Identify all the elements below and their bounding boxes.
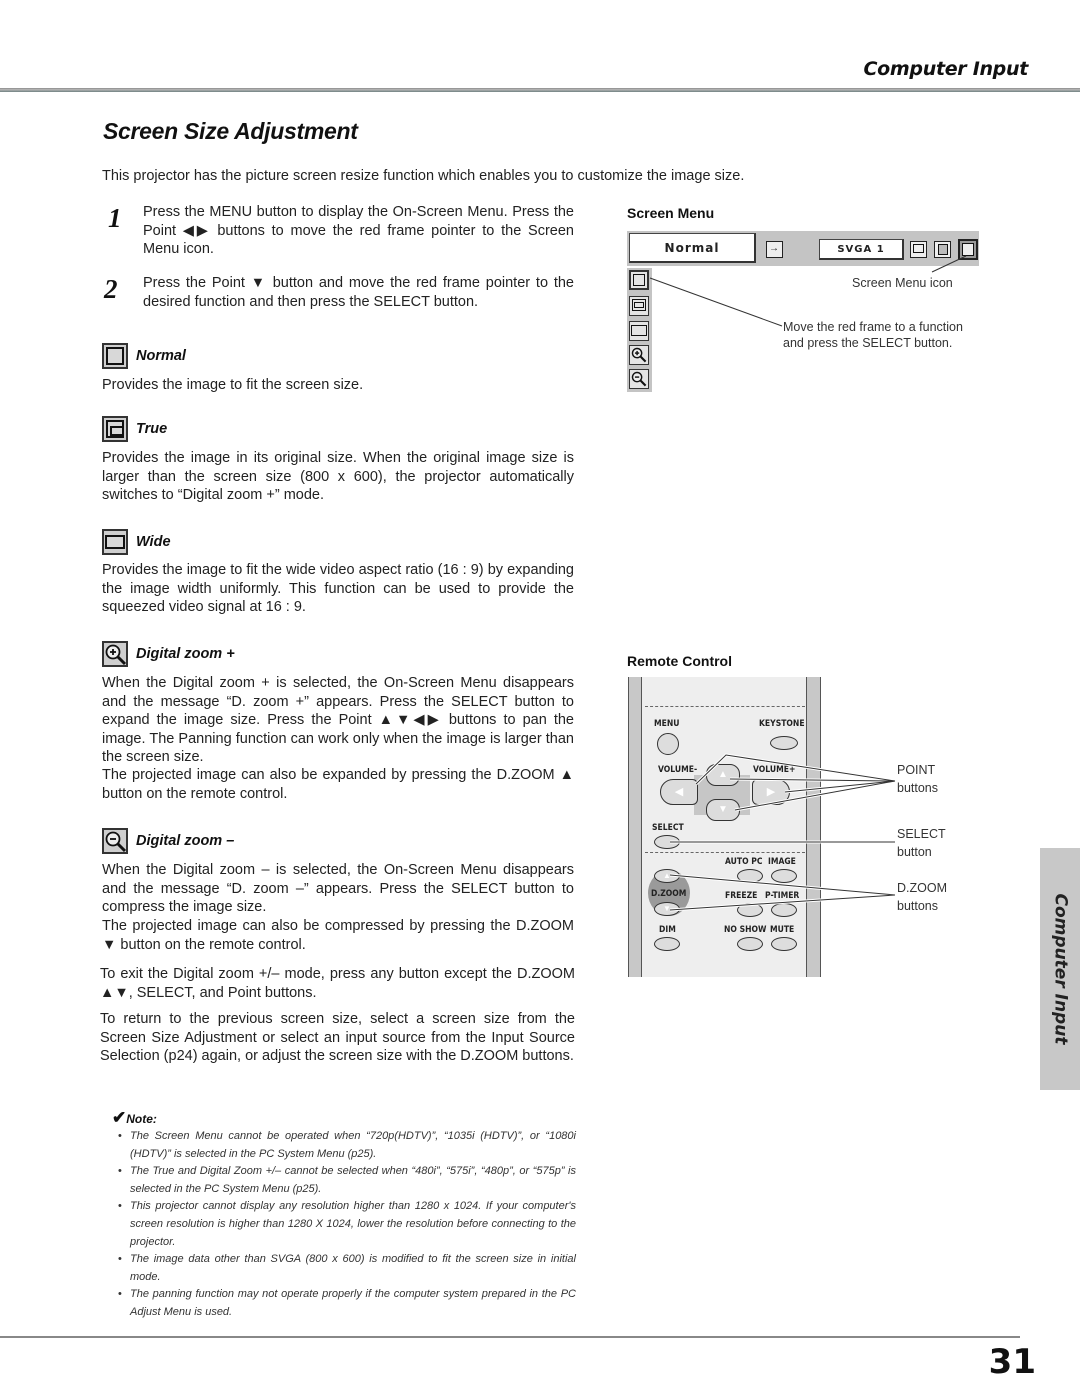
chapter-tab-label: Computer Input (1050, 893, 1070, 1045)
page-number: 31 (988, 1342, 1036, 1382)
note-item: The image data other than SVGA (800 x 60… (118, 1251, 576, 1286)
note-item: The Screen Menu cannot be operated when … (118, 1128, 576, 1163)
select-callout: SELECT button (897, 827, 946, 859)
checkmark-icon: ✔ (112, 1108, 127, 1127)
note-item: The panning function may not operate pro… (118, 1286, 576, 1321)
point-callout: POINT buttons (897, 763, 939, 795)
return-text: To return to the previous screen size, s… (100, 1011, 575, 1064)
note-item: This projector cannot display any resolu… (118, 1198, 576, 1251)
note-list: The Screen Menu cannot be operated when … (118, 1128, 576, 1322)
note-heading: ✔Note: (112, 1108, 157, 1127)
footer-rule (0, 1336, 1020, 1338)
note-item: The True and Digital Zoom +/– cannot be … (118, 1163, 576, 1198)
dzoom-callout: D.ZOOM buttons (897, 881, 947, 913)
